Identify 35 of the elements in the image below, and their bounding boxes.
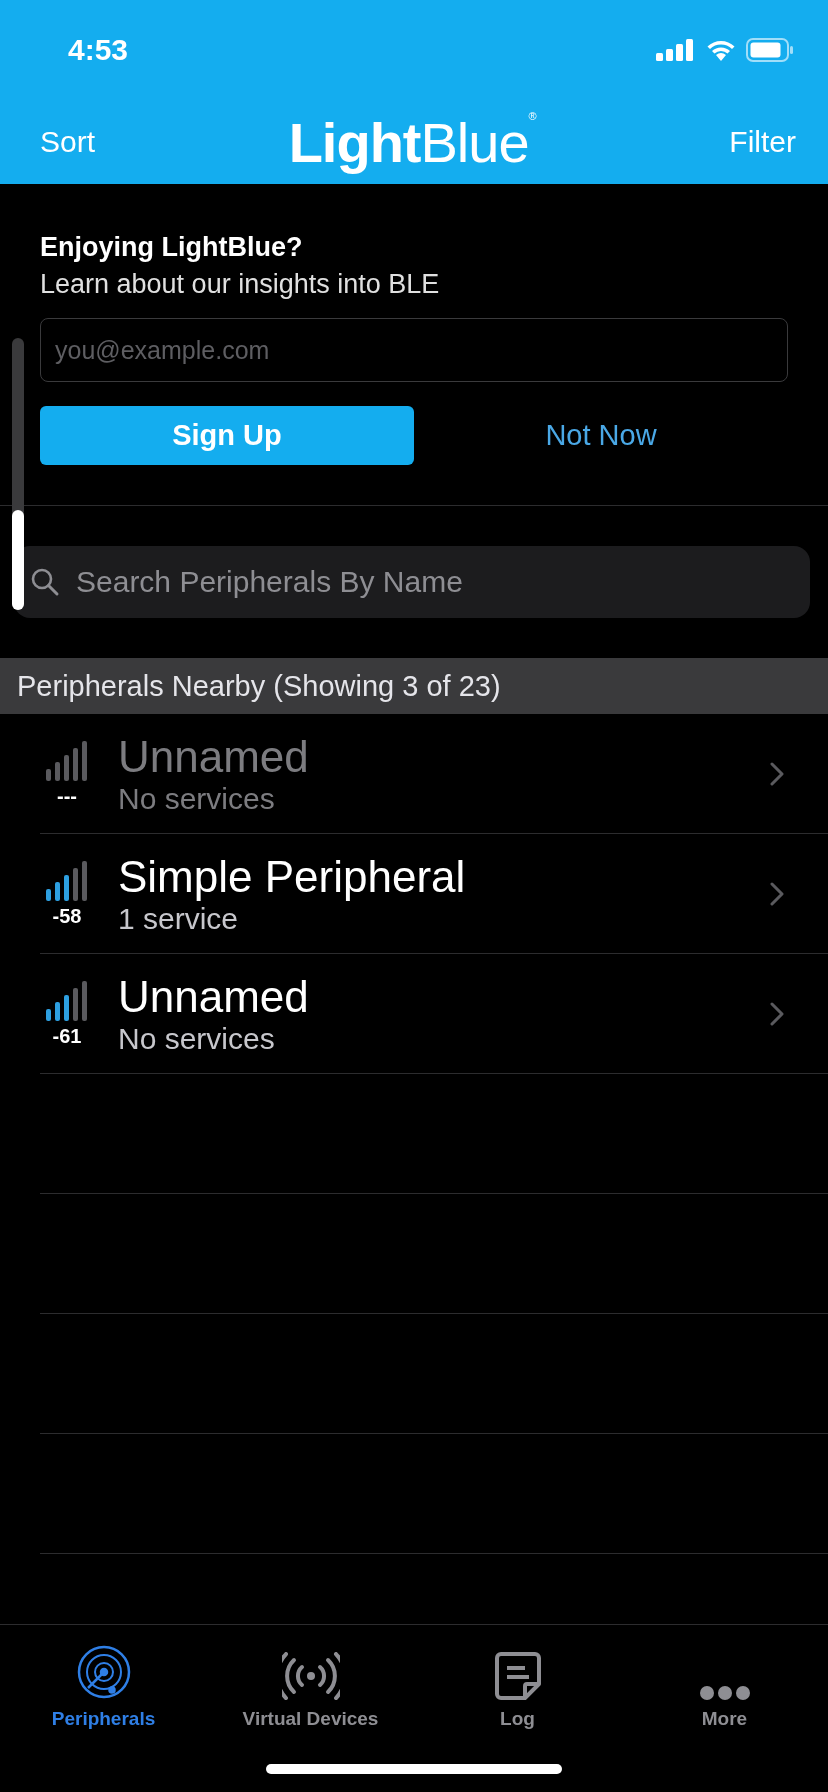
rssi-value: --- [56, 785, 78, 808]
promo-title: Enjoying LightBlue? [40, 232, 304, 263]
note-icon [494, 1652, 541, 1700]
chevron-icon [770, 1001, 784, 1026]
more-icon [699, 1686, 750, 1700]
search-icon [30, 567, 60, 597]
peripheral-name: Simple Peripheral [118, 851, 467, 902]
tab-bar-item[interactable]: Virtual Devices [207, 1639, 414, 1731]
peripheral-name: Unnamed [118, 731, 310, 782]
tab-bar-item[interactable]: Log [414, 1639, 621, 1731]
peripheral-row[interactable]: --- Unnamed No services [40, 714, 828, 834]
promo-subtitle: Learn about our insights into BLE [40, 269, 441, 300]
service-count: No services [118, 781, 276, 816]
service-count: 1 service [118, 901, 240, 936]
wifi-icon [706, 39, 736, 61]
section-header: Peripherals Nearby (Showing 3 of 23) [0, 658, 828, 714]
status-time: 4:53 [68, 33, 129, 67]
chevron-icon [770, 881, 784, 906]
not-now-button[interactable]: Not Now [414, 406, 788, 465]
rssi-value: -58 [51, 905, 83, 928]
tab-bar-item[interactable]: Peripherals [0, 1639, 207, 1731]
broadcast-icon [281, 1652, 340, 1700]
app-logo: LightBlue$^{®}$ [288, 109, 536, 175]
cellular-signal-icon [656, 39, 696, 61]
email-field[interactable]: you@example.com [40, 318, 788, 382]
chevron-icon [770, 761, 784, 786]
service-count: No services [118, 1021, 276, 1056]
peripheral-row[interactable]: -58 Simple Peripheral 1 service [40, 834, 828, 954]
tab-bar-item[interactable]: More [621, 1639, 828, 1731]
peripheral-name: Unnamed [118, 971, 310, 1022]
rssi-value: -61 [51, 1025, 83, 1048]
search-field[interactable]: Search Peripherals By Name [14, 546, 810, 618]
peripheral-row[interactable]: -61 Unnamed No services [40, 954, 828, 1074]
radar-icon [75, 1644, 132, 1700]
battery-icon [746, 38, 794, 62]
